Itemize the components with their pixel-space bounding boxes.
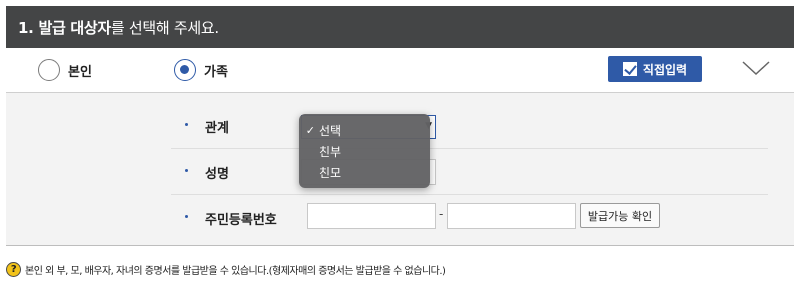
question-icon: ? xyxy=(6,261,21,277)
section-header: 1. 발급 대상자 를 선택해 주세요. xyxy=(6,6,794,48)
dropdown-option-father[interactable]: 친부 xyxy=(299,141,430,162)
chevron-down-icon[interactable] xyxy=(741,59,771,77)
name-row: 성명 xyxy=(171,149,768,195)
header-title-strong: 1. 발급 대상자 xyxy=(18,18,111,37)
bullet-icon xyxy=(185,215,188,218)
radio-family-label[interactable]: 가족 xyxy=(204,61,228,80)
rrn-back-input[interactable] xyxy=(447,203,576,229)
name-label: 성명 xyxy=(205,167,229,182)
relation-dropdown-menu: ✓ 선택 친부 친모 xyxy=(299,114,430,188)
target-choice-row: 본인 가족 직접입력 xyxy=(6,48,794,93)
dropdown-option-mother[interactable]: 친모 xyxy=(299,162,430,183)
bullet-icon xyxy=(185,123,188,126)
dropdown-option-select[interactable]: ✓ 선택 xyxy=(299,120,430,141)
dropdown-option-label: 선택 xyxy=(319,124,342,138)
notice-text: 본인 외 부, 모, 배우자, 자녀의 증명서를 발급받을 수 있습니다.(형제… xyxy=(25,265,446,277)
relation-label: 관계 xyxy=(205,121,229,136)
radio-self-label[interactable]: 본인 xyxy=(68,61,92,80)
rrn-row: 주민등록번호 - 발급가능 확인 xyxy=(171,195,768,241)
header-title-normal: 를 선택해 주세요. xyxy=(110,18,219,37)
dropdown-option-label: 친모 xyxy=(319,166,342,180)
radio-family[interactable] xyxy=(174,59,196,81)
check-eligibility-button[interactable]: 발급가능 확인 xyxy=(580,203,660,228)
checkbox-checked-icon xyxy=(622,62,637,76)
dropdown-option-label: 친부 xyxy=(319,145,342,159)
radio-self[interactable] xyxy=(38,59,60,81)
rrn-front-input[interactable] xyxy=(307,203,436,229)
direct-input-button[interactable]: 직접입력 xyxy=(608,56,702,82)
relation-row: 관계 ▼ xyxy=(171,103,768,149)
checkmark-icon: ✓ xyxy=(305,124,315,137)
direct-input-label: 직접입력 xyxy=(642,62,688,77)
bullet-icon xyxy=(185,169,188,172)
notice: ? 본인 외 부, 모, 배우자, 자녀의 증명서를 발급받을 수 있습니다.(… xyxy=(6,260,446,278)
rrn-separator: - xyxy=(439,207,444,221)
rrn-label: 주민등록번호 xyxy=(205,213,277,228)
